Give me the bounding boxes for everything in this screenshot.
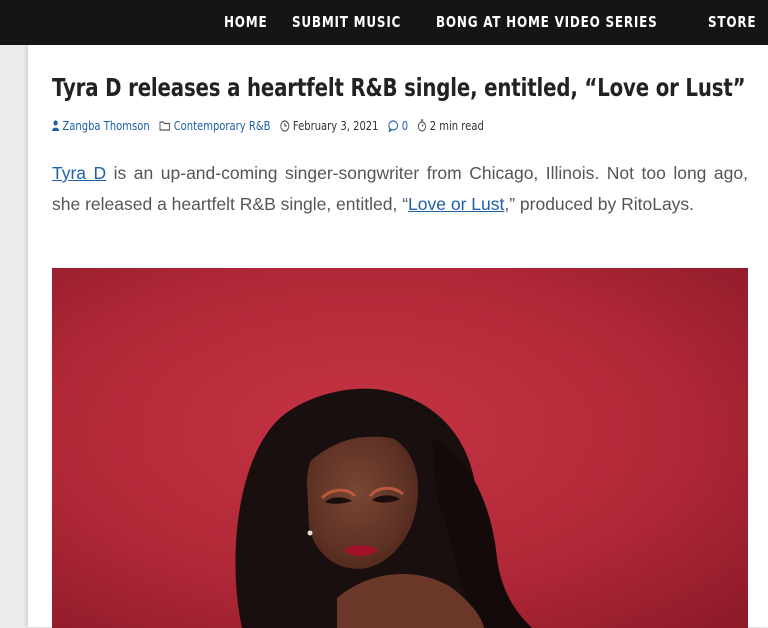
folder-icon xyxy=(159,121,171,131)
meta-read-time: 2 min read xyxy=(418,118,484,133)
paragraph-text-2: ,” produced by RitoLays. xyxy=(504,194,695,214)
article-paragraph: Tyra D is an up-and-coming singer-songwr… xyxy=(52,158,748,220)
nav-item-bong-at-home-video-series[interactable]: BONG AT HOME VIDEO SERIES xyxy=(436,0,657,45)
nav-item-home[interactable]: HOME xyxy=(224,0,267,45)
meta-category[interactable]: Contemporary R&B xyxy=(159,118,270,133)
comment-count[interactable]: 0 xyxy=(402,118,408,133)
nav-item-submit-music[interactable]: SUBMIT MUSIC xyxy=(292,0,401,45)
read-time: 2 min read xyxy=(429,118,484,133)
single-link[interactable]: Love or Lust xyxy=(408,194,504,214)
nav-menu: HOME SUBMIT MUSIC BONG AT HOME VIDEO SER… xyxy=(224,0,768,45)
meta-date: February 3, 2021 xyxy=(280,118,379,133)
nav-item-store[interactable]: STORE xyxy=(708,0,756,45)
author-link[interactable]: Zangba Thomson xyxy=(62,118,149,133)
meta-comments[interactable]: 0 xyxy=(388,118,408,133)
publish-date: February 3, 2021 xyxy=(292,118,379,133)
stopwatch-icon xyxy=(418,119,427,132)
article-meta: Zangba Thomson Contemporary R&B February… xyxy=(52,118,493,133)
artist-photo xyxy=(52,268,748,628)
artist-link[interactable]: Tyra D xyxy=(52,163,106,183)
comment-icon xyxy=(388,119,399,132)
category-link[interactable]: Contemporary R&B xyxy=(174,118,271,133)
meta-author[interactable]: Zangba Thomson xyxy=(52,118,150,133)
clock-icon xyxy=(280,119,290,132)
article-title: Tyra D releases a heartfelt R&B single, … xyxy=(52,73,746,102)
top-navigation-bar: HOME SUBMIT MUSIC BONG AT HOME VIDEO SER… xyxy=(0,0,768,45)
featured-image xyxy=(52,268,748,628)
user-icon xyxy=(52,120,60,131)
article-container: Tyra D releases a heartfelt R&B single, … xyxy=(28,45,768,628)
